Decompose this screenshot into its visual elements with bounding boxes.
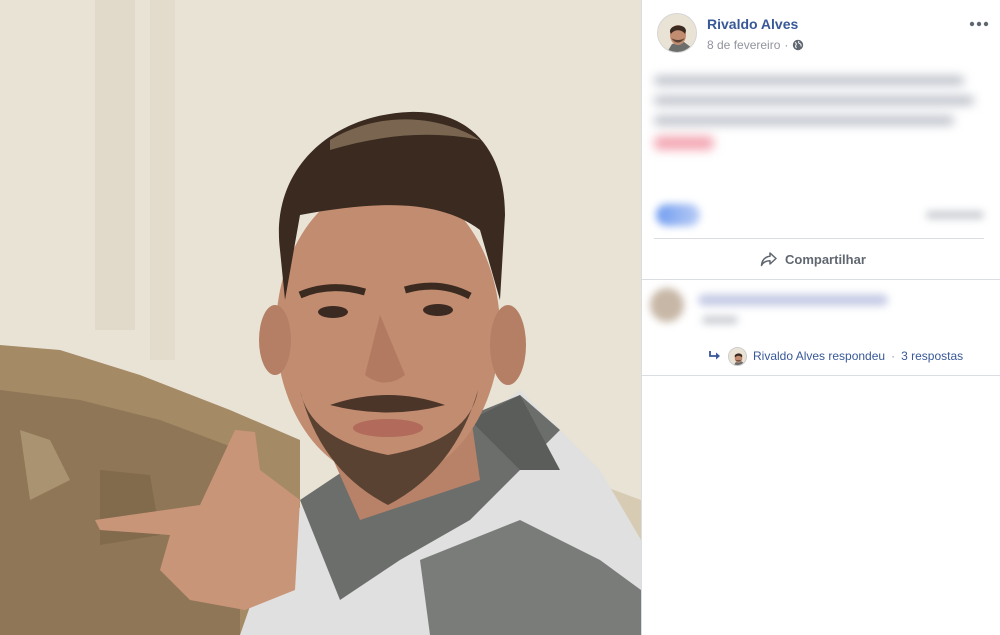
replies-link[interactable]: Rivaldo Alves respondeu · 3 respostas: [708, 346, 963, 366]
post-details-panel: Rivaldo Alves 8 de fevereiro · Compartil…: [642, 0, 1000, 635]
meta-separator: ·: [784, 38, 789, 52]
post-photo[interactable]: [0, 0, 641, 635]
share-button[interactable]: Compartilhar: [760, 246, 866, 272]
photo-image: [0, 0, 641, 635]
reactions-blurred: [654, 200, 984, 230]
author-name[interactable]: Rivaldo Alves: [707, 16, 798, 32]
divider: [642, 279, 1000, 280]
comment-blurred: [650, 286, 990, 336]
more-options-icon[interactable]: [969, 17, 989, 31]
globe-icon[interactable]: [792, 39, 804, 51]
reply-arrow-icon: [709, 351, 720, 360]
author-avatar[interactable]: [657, 13, 697, 53]
post-meta: 8 de fevereiro ·: [707, 38, 804, 52]
post-date[interactable]: 8 de fevereiro: [707, 38, 780, 52]
share-arrow-icon: [760, 252, 777, 267]
share-label: Compartilhar: [785, 251, 866, 267]
replies-separator: ·: [891, 349, 896, 363]
replied-label[interactable]: Rivaldo Alves respondeu: [753, 349, 885, 363]
post-caption-blurred: [654, 70, 979, 165]
divider: [654, 238, 984, 239]
replies-count[interactable]: 3 respostas: [901, 349, 963, 363]
post-header: Rivaldo Alves 8 de fevereiro ·: [657, 13, 997, 55]
divider: [642, 375, 1000, 376]
replier-avatar: [728, 346, 747, 366]
